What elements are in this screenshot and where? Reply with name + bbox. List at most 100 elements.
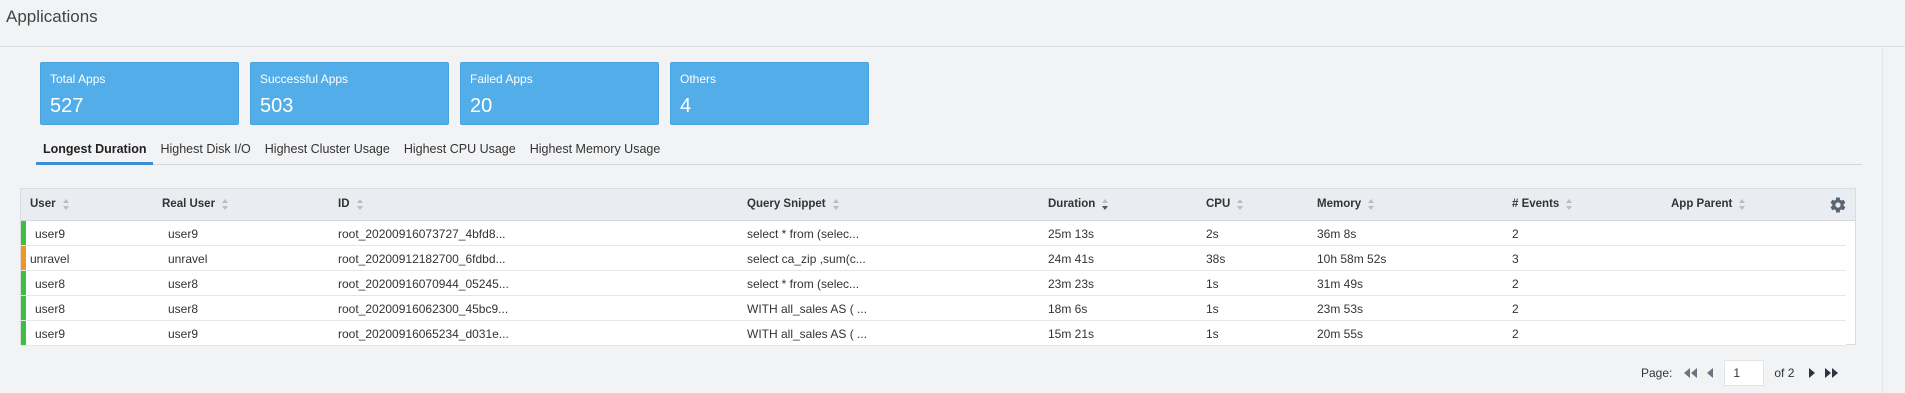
column-label: Duration [1048, 198, 1096, 210]
page-label: Page: [1641, 366, 1673, 380]
cell-duration: 23m 23s [1048, 277, 1095, 291]
cell-cpu: 2s [1206, 227, 1219, 241]
column-header-duration[interactable]: Duration [1048, 198, 1109, 210]
cell-user: user9 [35, 227, 66, 241]
cell-duration: 18m 6s [1048, 302, 1088, 316]
card-label: Successful Apps [260, 72, 349, 86]
pagination: Page: of 2 [1641, 360, 1840, 386]
cell-real-user: unravel [168, 252, 208, 266]
column-label: User [30, 198, 56, 210]
column-label: Query Snippet [747, 198, 826, 210]
cell-duration: 25m 13s [1048, 227, 1095, 241]
table-row[interactable]: user9 user9 root_20200916073727_4bfd8...… [21, 221, 1846, 246]
summary-cards: Total Apps 527 Successful Apps 503 Faile… [40, 62, 869, 125]
tab-longest-duration[interactable]: Longest Duration [36, 138, 154, 165]
card-value: 503 [260, 95, 294, 117]
cell-cpu: 38s [1206, 252, 1226, 266]
column-header-events[interactable]: # Events [1512, 198, 1573, 210]
tab-highest-cpu-usage[interactable]: Highest CPU Usage [397, 138, 523, 165]
column-label: # Events [1512, 198, 1560, 210]
column-header-user[interactable]: User [30, 198, 70, 210]
sort-icon [1368, 198, 1375, 210]
cell-user: user9 [35, 327, 66, 341]
triangle-right-icon[interactable] [1804, 365, 1820, 381]
column-header-memory[interactable]: Memory [1317, 198, 1375, 210]
cell-memory: 10h 58m 52s [1317, 252, 1387, 266]
table-row[interactable]: user9 user9 root_20200916065234_d031e...… [21, 321, 1846, 346]
tab-highest-disk-io[interactable]: Highest Disk I/O [153, 138, 257, 165]
card-others[interactable]: Others 4 [670, 62, 869, 125]
cell-events: 2 [1512, 227, 1519, 241]
column-label: Real User [162, 198, 216, 210]
triangle-left-icon[interactable] [1702, 365, 1718, 381]
cell-memory: 23m 53s [1317, 302, 1364, 316]
cell-events: 2 [1512, 277, 1519, 291]
column-label: CPU [1206, 198, 1231, 210]
tab-bar: Longest Duration Highest Disk I/O Highes… [36, 138, 1862, 165]
gear-icon[interactable] [1829, 196, 1847, 214]
card-value: 20 [470, 95, 493, 117]
double-chevron-left-icon[interactable] [1682, 365, 1698, 381]
table-row[interactable]: unravel unravel root_20200912182700_6fdb… [21, 246, 1846, 271]
cell-id[interactable]: root_20200916073727_4bfd8... [338, 227, 506, 241]
card-label: Failed Apps [470, 72, 533, 86]
column-header-cpu[interactable]: CPU [1206, 198, 1244, 210]
cell-events: 2 [1512, 327, 1519, 341]
cell-query-snippet: select * from (selec... [747, 227, 860, 241]
cell-memory: 36m 8s [1317, 227, 1357, 241]
card-total-apps[interactable]: Total Apps 527 [40, 62, 239, 125]
cell-real-user: user9 [168, 227, 199, 241]
cell-cpu: 1s [1206, 302, 1219, 316]
apps-table: User Real User ID Query Snippet Duration… [20, 188, 1856, 346]
column-header-real-user[interactable]: Real User [162, 198, 229, 210]
cell-id[interactable]: root_20200912182700_6fdbd... [338, 252, 506, 266]
page-header: Applications [0, 0, 1905, 47]
sort-icon [1237, 198, 1244, 210]
page-total-label: of 2 [1774, 366, 1795, 380]
cell-events: 3 [1512, 252, 1519, 266]
card-failed-apps[interactable]: Failed Apps 20 [460, 62, 659, 125]
cell-id[interactable]: root_20200916070944_05245... [338, 277, 509, 291]
cell-memory: 31m 49s [1317, 277, 1364, 291]
sort-icon [1566, 198, 1573, 210]
tab-highest-memory-usage[interactable]: Highest Memory Usage [523, 138, 668, 165]
card-label: Others [680, 72, 717, 86]
scrollbar-track[interactable] [1882, 48, 1883, 393]
status-indicator [21, 271, 26, 295]
sort-descending-icon [1102, 198, 1109, 210]
cell-real-user: user8 [168, 302, 199, 316]
card-label: Total Apps [50, 72, 106, 86]
table-row[interactable]: user8 user8 root_20200916070944_05245...… [21, 271, 1846, 296]
page-number-input[interactable] [1724, 360, 1765, 386]
sort-icon [832, 198, 840, 210]
cell-id[interactable]: root_20200916065234_d031e... [338, 327, 509, 341]
card-successful-apps[interactable]: Successful Apps 503 [250, 62, 449, 125]
table-row[interactable]: user8 user8 root_20200916062300_45bc9...… [21, 296, 1846, 321]
table-header: User Real User ID Query Snippet Duration… [21, 189, 1855, 221]
double-chevron-right-icon[interactable] [1824, 365, 1840, 381]
card-value: 527 [50, 95, 84, 117]
cell-user: user8 [35, 302, 66, 316]
column-label: Memory [1317, 198, 1362, 210]
status-indicator [21, 221, 26, 245]
cell-query-snippet: select * from (selec... [747, 277, 860, 291]
cell-query-snippet: select ca_zip ,sum(c... [747, 252, 866, 266]
column-header-query-snippet[interactable]: Query Snippet [747, 198, 840, 210]
sort-icon [222, 198, 229, 210]
cell-duration: 24m 41s [1048, 252, 1095, 266]
column-header-app-parent[interactable]: App Parent [1671, 198, 1746, 210]
status-indicator [21, 321, 26, 345]
status-indicator [21, 246, 26, 270]
tab-highest-cluster-usage[interactable]: Highest Cluster Usage [258, 138, 397, 165]
sort-icon [62, 198, 70, 210]
cell-cpu: 1s [1206, 327, 1219, 341]
column-label: ID [338, 198, 350, 210]
cell-cpu: 1s [1206, 277, 1219, 291]
sort-icon [356, 198, 364, 210]
cell-duration: 15m 21s [1048, 327, 1095, 341]
page-title: Applications [6, 7, 98, 26]
column-header-id[interactable]: ID [338, 198, 364, 210]
cell-memory: 20m 55s [1317, 327, 1364, 341]
cell-id[interactable]: root_20200916062300_45bc9... [338, 302, 508, 316]
cell-query-snippet: WITH all_sales AS ( ... [747, 327, 868, 341]
